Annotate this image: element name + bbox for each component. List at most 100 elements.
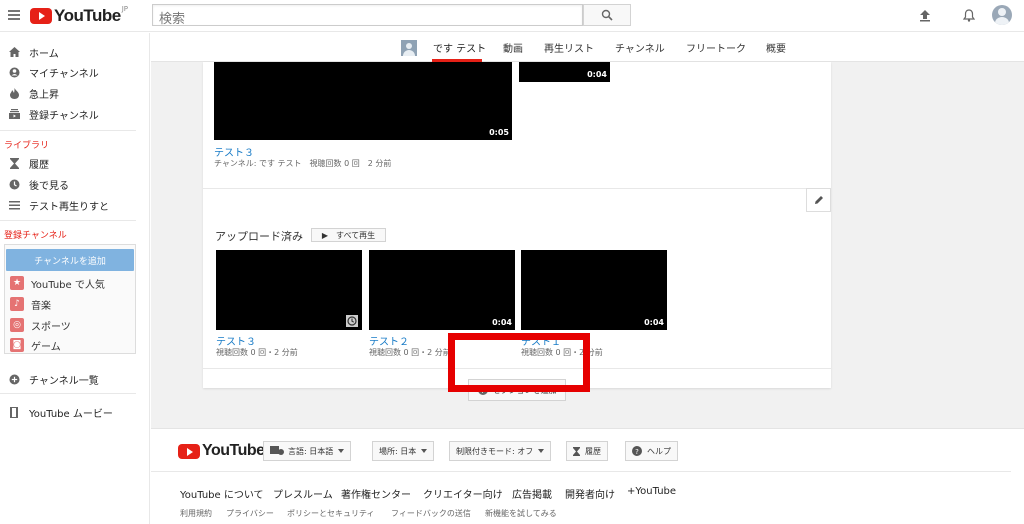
bell-icon[interactable] (961, 7, 977, 23)
youtube-logo[interactable]: YouTube JP (30, 5, 128, 27)
play-all-button[interactable]: ▶ すべて再生 (311, 228, 386, 242)
video-title[interactable]: テスト２ (369, 333, 409, 348)
tab-discussion[interactable]: フリートーク (686, 40, 746, 55)
sub-item-popular[interactable]: ★ YouTube で人気 (10, 273, 134, 293)
tab-videos[interactable]: 動画 (503, 40, 523, 55)
video-thumbnail[interactable] (216, 250, 362, 330)
sidebar: ホーム マイチャンネル 急上昇 登録チャンネル ライブラリ 履歴 後で見る テス… (0, 33, 150, 524)
video-meta: チャンネル: です テスト 視聴回数 0 回 2 分前 (214, 159, 392, 168)
video-title[interactable]: テスト３ (216, 333, 256, 348)
location-button[interactable]: 場所: 日本 (372, 441, 435, 461)
help-icon: ? (632, 446, 642, 456)
sidebar-divider (0, 220, 136, 221)
dropdown-caret-icon (421, 449, 428, 453)
add-circle-icon (8, 373, 20, 385)
history-button[interactable]: 履歴 (566, 441, 608, 461)
tab-playlists[interactable]: 再生リスト (544, 40, 594, 55)
footer-link-press[interactable]: プレスルーム (273, 486, 333, 501)
language-label: 言語: 日本語 (288, 446, 334, 456)
sidebar-item-watch-later[interactable]: 後で見る (0, 174, 150, 194)
upload-icon[interactable] (917, 7, 933, 23)
sidebar-divider (0, 130, 136, 131)
search-input[interactable]: 検索 (152, 4, 583, 27)
footer-divider (151, 471, 1011, 472)
tab-about[interactable]: 概要 (766, 40, 786, 55)
footer-link-policy[interactable]: ポリシーとセキュリティ (287, 508, 375, 519)
sub-item-game[interactable]: ◙ ゲーム (10, 335, 134, 355)
sidebar-item-label: 履歴 (29, 159, 49, 171)
footer-link-advertise[interactable]: 広告掲載 (512, 486, 552, 501)
sidebar-item-label: テスト再生りすと (29, 201, 109, 213)
sidebar-item-playlist[interactable]: テスト再生りすと (0, 195, 150, 215)
watch-later-clock-icon[interactable] (346, 315, 358, 327)
flame-icon (8, 87, 20, 99)
footer-link-plus-youtube[interactable]: +YouTube (627, 486, 676, 497)
sidebar-item-label: YouTube ムービー (29, 408, 113, 420)
library-heading[interactable]: ライブラリ (4, 138, 49, 151)
hourglass-icon (573, 446, 580, 456)
menu-icon[interactable] (8, 10, 20, 20)
sidebar-item-trending[interactable]: 急上昇 (0, 83, 150, 103)
sidebar-item-subscriptions[interactable]: 登録チャンネル (0, 104, 150, 124)
channel-nav: です テスト 動画 再生リスト チャンネル フリートーク 概要 (151, 33, 1024, 62)
sidebar-item-home[interactable]: ホーム (0, 42, 150, 62)
language-icon (270, 446, 284, 455)
tab-home[interactable]: です テスト (433, 40, 486, 55)
footer-link-creators[interactable]: クリエイター向け (423, 486, 503, 501)
logo-text: YouTube (54, 6, 121, 25)
sidebar-item-label: 後で見る (29, 180, 69, 192)
sidebar-item-history[interactable]: 履歴 (0, 153, 150, 173)
sidebar-item-channel-list[interactable]: チャンネル一覧 (0, 369, 150, 389)
sub-item-sports[interactable]: ◎ スポーツ (10, 315, 134, 335)
location-label: 場所: 日本 (379, 446, 417, 456)
video-duration: 0:04 (492, 318, 512, 327)
language-button[interactable]: 言語: 日本語 (263, 441, 352, 461)
footer-link-new-features[interactable]: 新機能を試してみる (485, 508, 557, 519)
add-channel-button[interactable]: チャンネルを追加 (6, 249, 134, 271)
sub-item-music[interactable]: ♪ 音楽 (10, 294, 134, 314)
video-title[interactable]: テスト３ (214, 144, 254, 159)
subscriptions-heading[interactable]: 登録チャンネル (4, 228, 67, 241)
channel-avatar[interactable] (401, 40, 417, 56)
video-thumbnail[interactable]: 0:05 (214, 62, 512, 140)
section-title[interactable]: アップロード済み (215, 228, 303, 244)
avatar[interactable] (992, 5, 1012, 25)
clock-icon (8, 178, 20, 190)
video-thumbnail[interactable]: 0:04 (369, 250, 515, 330)
sub-item-label: ゲーム (31, 341, 61, 353)
hourglass-icon (8, 157, 20, 169)
sidebar-item-my-channel[interactable]: マイチャンネル (0, 62, 150, 82)
edit-pencil-button[interactable] (806, 188, 831, 212)
sidebar-item-movies[interactable]: YouTube ムービー (0, 402, 150, 422)
film-icon (8, 406, 20, 418)
play-logo-icon (178, 443, 200, 459)
sidebar-item-label: ホーム (29, 48, 59, 60)
tab-channels[interactable]: チャンネル (615, 40, 665, 55)
video-duration: 0:04 (587, 70, 607, 79)
music-icon: ♪ (10, 297, 24, 311)
footer-logo[interactable]: YouTube (178, 442, 265, 460)
footer-link-privacy[interactable]: プライバシー (226, 508, 274, 519)
pencil-icon (814, 196, 823, 204)
play-logo-icon (30, 8, 52, 24)
dropdown-caret-icon (338, 449, 345, 453)
subscriptions-icon (8, 108, 20, 120)
footer-link-developers[interactable]: 開発者向け (565, 486, 615, 501)
svg-text:?: ? (635, 448, 639, 456)
footer-link-about[interactable]: YouTube について (180, 486, 264, 501)
sub-item-label: スポーツ (31, 321, 71, 333)
video-thumbnail[interactable]: 0:04 (521, 250, 667, 330)
sidebar-item-label: 急上昇 (29, 89, 59, 101)
sub-item-label: 音楽 (31, 300, 51, 312)
search-icon (601, 9, 613, 21)
help-button[interactable]: ? ヘルプ (625, 441, 678, 461)
video-thumbnail[interactable]: 0:04 (519, 62, 610, 82)
footer-link-feedback[interactable]: フィードバックの送信 (391, 508, 471, 519)
footer-link-copyright[interactable]: 著作権センター (341, 486, 411, 501)
footer-link-terms[interactable]: 利用規約 (180, 508, 212, 519)
account-icon (8, 66, 20, 78)
restricted-mode-button[interactable]: 制限付きモード: オフ (449, 441, 552, 461)
search-button[interactable] (583, 4, 631, 26)
video-meta: 視聴回数 0 回・2 分前 (216, 348, 298, 357)
video-meta: 視聴回数 0 回・2 分前 (369, 348, 451, 357)
